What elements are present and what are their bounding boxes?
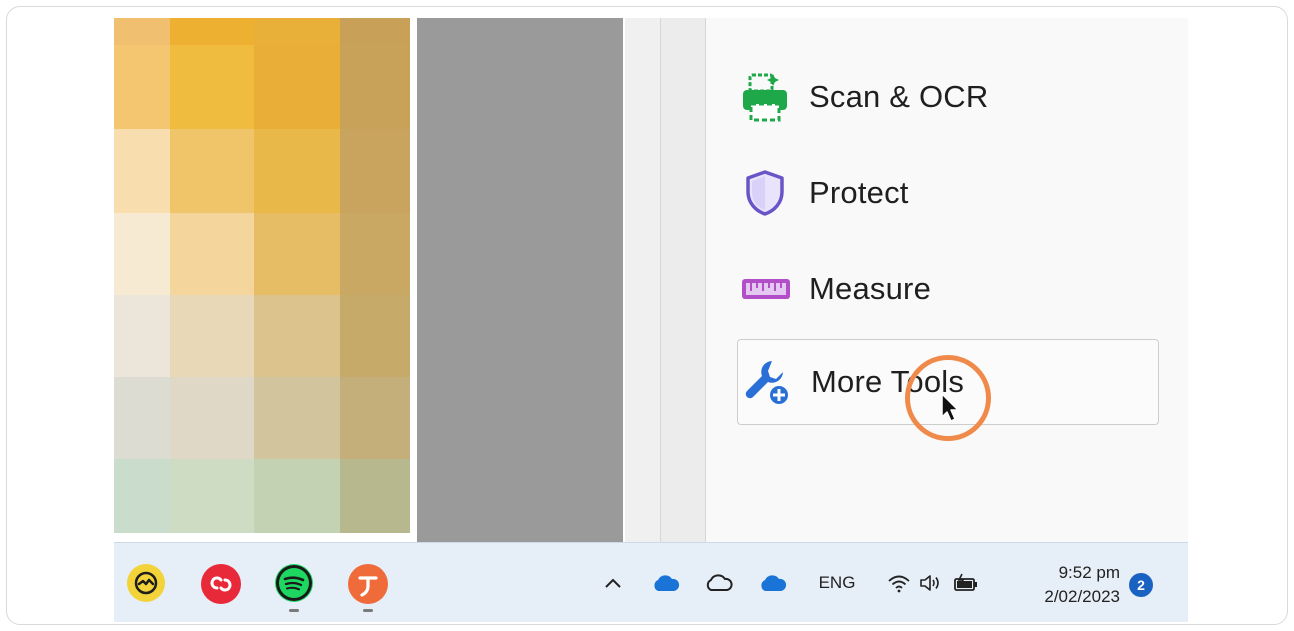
clock-time: 9:52 pm <box>1058 563 1120 582</box>
image-pixel-block <box>340 213 410 295</box>
image-pixel-block <box>340 377 410 459</box>
image-pixel-block <box>170 129 254 213</box>
image-pixel-block <box>340 18 410 45</box>
panel-divider[interactable] <box>660 18 706 542</box>
document-canvas-background <box>417 18 623 542</box>
image-pixel-block <box>340 459 410 533</box>
running-indicator <box>363 609 373 612</box>
image-pixel-block <box>340 295 410 377</box>
screen: Scan & OCR Protect Measure More Tools EN… <box>114 18 1188 622</box>
image-pixel-block <box>114 18 170 45</box>
volume-icon[interactable] <box>916 543 946 622</box>
image-pixel-block <box>114 459 170 533</box>
image-pixel-block <box>114 213 170 295</box>
spotify-icon[interactable] <box>275 564 313 602</box>
image-pixel-block <box>114 295 170 377</box>
shield-icon <box>740 168 794 218</box>
image-border <box>410 18 417 542</box>
running-indicator <box>289 609 299 612</box>
tool-scan-ocr[interactable]: Scan & OCR <box>736 54 1156 140</box>
typora-icon[interactable] <box>348 564 388 604</box>
image-pixel-block <box>170 459 254 533</box>
image-pixel-block <box>254 129 340 213</box>
image-pixel-block <box>170 295 254 377</box>
onedrive-business-icon[interactable] <box>756 543 790 622</box>
language-indicator[interactable]: ENG <box>812 543 862 622</box>
image-pixel-block <box>254 295 340 377</box>
clock-date: 2/02/2023 <box>1044 587 1120 606</box>
tool-label: Protect <box>809 175 909 210</box>
image-pixel-block <box>114 45 170 129</box>
onedrive-personal-icon[interactable] <box>702 543 736 622</box>
more-tools-icon <box>742 357 796 407</box>
image-pixel-block <box>170 45 254 129</box>
tool-protect[interactable]: Protect <box>736 150 1156 236</box>
image-pixel-block <box>254 459 340 533</box>
tool-label: Measure <box>809 271 932 306</box>
image-pixel-block <box>254 213 340 295</box>
image-pixel-block <box>170 213 254 295</box>
image-pixel-block <box>170 18 254 45</box>
image-border <box>114 533 417 542</box>
wifi-icon[interactable] <box>884 543 914 622</box>
image-pixel-block <box>170 377 254 459</box>
scan-ocr-icon <box>740 72 794 122</box>
image-pixel-block <box>340 45 410 129</box>
mouse-pointer-icon <box>941 393 959 422</box>
image-pixel-block <box>340 129 410 213</box>
image-pixel-block <box>114 377 170 459</box>
basecamp-icon[interactable] <box>127 564 165 602</box>
image-pixel-block <box>114 129 170 213</box>
tool-label: Scan & OCR <box>809 79 989 114</box>
tool-measure[interactable]: Measure <box>736 246 1156 332</box>
creative-cloud-icon[interactable] <box>201 564 241 604</box>
battery-charging-icon[interactable] <box>950 543 982 622</box>
vertical-scrollbar[interactable] <box>623 18 660 542</box>
document-image-preview <box>114 18 410 533</box>
clock[interactable]: 9:52 pm 2/02/2023 <box>1002 561 1120 609</box>
show-hidden-icons-chevron-up-icon[interactable] <box>598 543 628 622</box>
tools-panel: Scan & OCR Protect Measure More Tools <box>706 18 1188 542</box>
image-pixel-block <box>254 18 340 45</box>
notification-badge[interactable]: 2 <box>1129 573 1153 597</box>
taskbar: ENG 9:52 pm 2/02/2023 2 <box>114 542 1188 622</box>
image-pixel-block <box>254 45 340 129</box>
ruler-icon <box>740 264 794 314</box>
onedrive-icon[interactable] <box>649 543 683 622</box>
image-pixel-block <box>254 377 340 459</box>
